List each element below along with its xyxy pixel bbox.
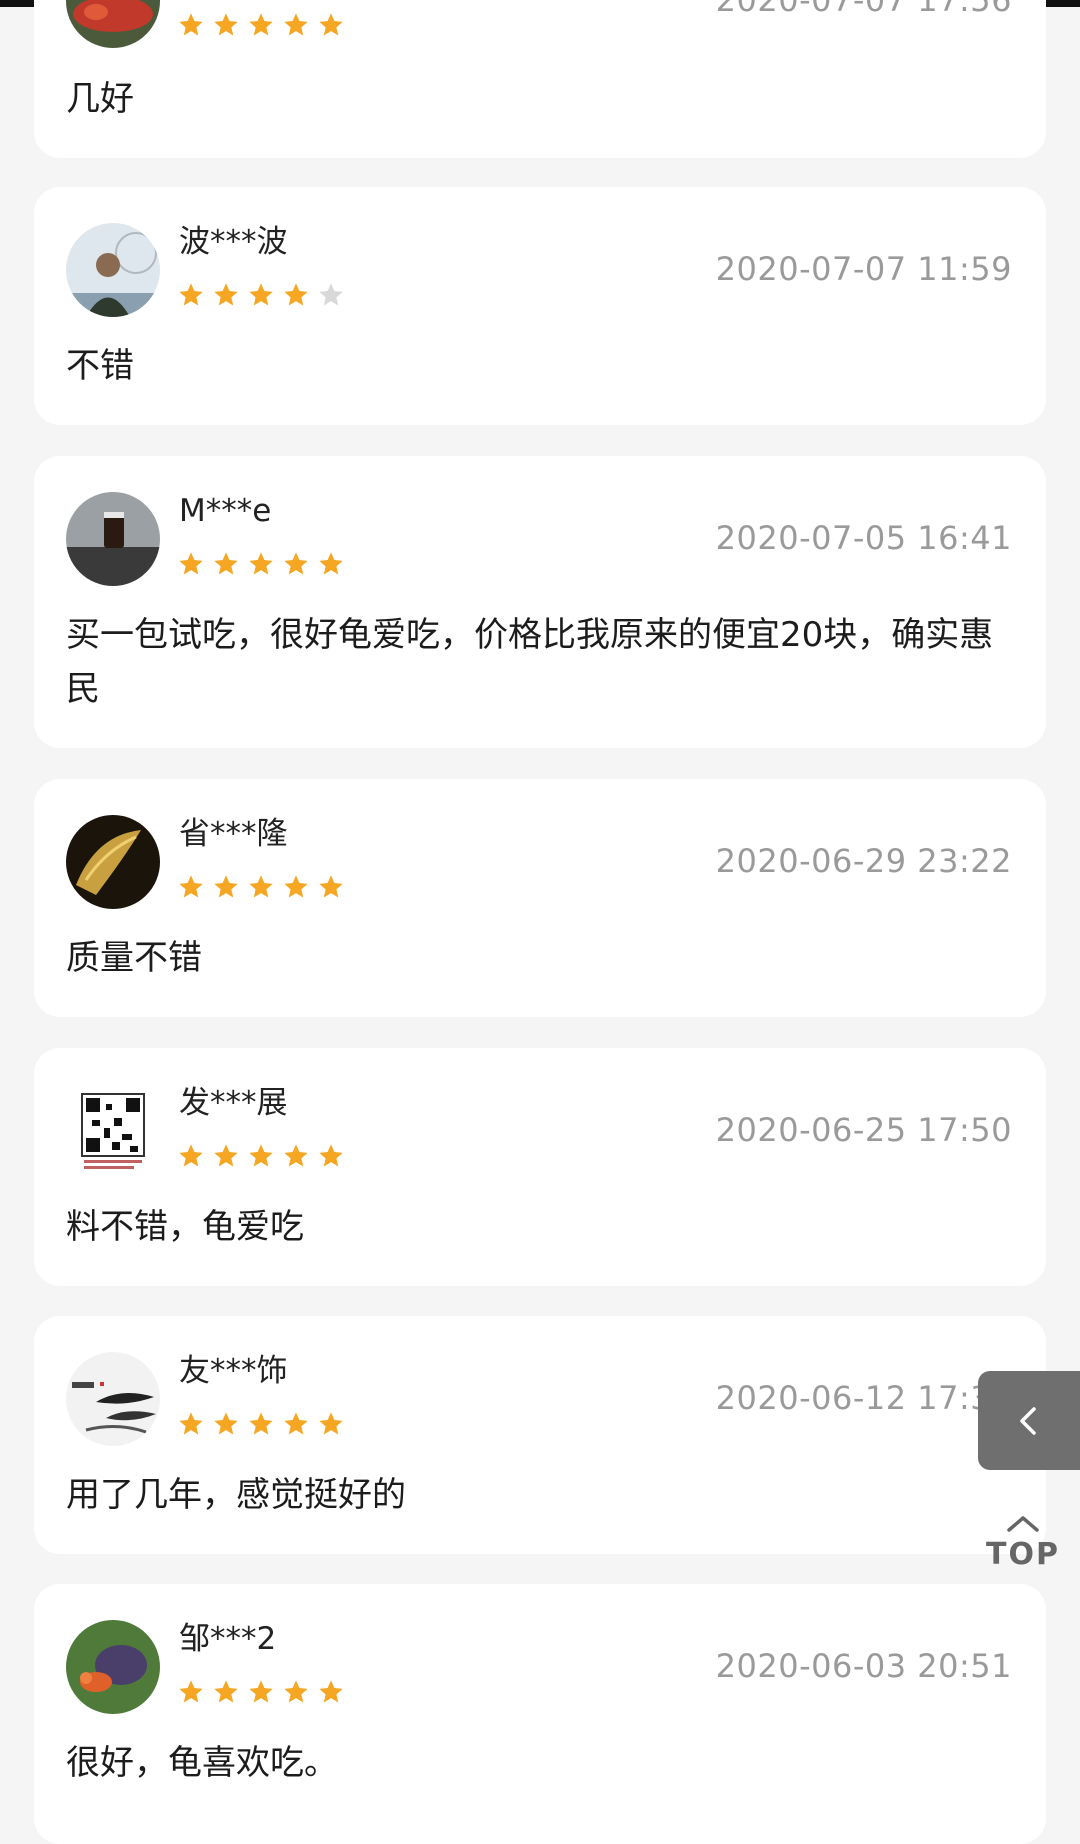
star-icon [212, 1142, 240, 1170]
review-date: 2020-07-07 17:56 [715, 0, 1012, 19]
star-icon [177, 550, 205, 578]
star-icon [247, 281, 275, 309]
avatar[interactable] [66, 223, 160, 317]
scroll-to-top-button[interactable]: TOP [982, 1512, 1064, 1582]
rating-stars [177, 281, 345, 309]
review-username: 省***隆 [179, 816, 288, 852]
ink-painting-fish-avatar-icon [66, 1352, 160, 1446]
turtle-avatar-icon [66, 1620, 160, 1714]
review-content: 质量不错 [66, 938, 202, 978]
star-icon [282, 11, 310, 39]
star-icon [212, 281, 240, 309]
review-content: 不错 [66, 346, 134, 386]
star-icon [212, 550, 240, 578]
qr-code-avatar-icon [66, 1084, 160, 1178]
star-icon [317, 873, 345, 901]
star-icon [247, 1410, 275, 1438]
rating-stars [177, 873, 345, 901]
review-date: 2020-06-03 20:51 [715, 1647, 1012, 1685]
star-icon [177, 1142, 205, 1170]
star-icon [317, 11, 345, 39]
review-card: 发***展 2020-06-25 17:50 料不错，龟爱吃 [34, 1048, 1046, 1286]
review-content: 买一包试吃，很好龟爱吃，价格比我原来的便宜20块，确实惠民 [66, 615, 994, 709]
review-date: 2020-07-05 16:41 [715, 519, 1012, 557]
red-fish-avatar-icon [66, 0, 160, 48]
star-icon [177, 281, 205, 309]
star-icon [282, 1678, 310, 1706]
review-date: 2020-07-07 11:59 [715, 250, 1012, 288]
review-content: 料不错，龟爱吃 [66, 1207, 304, 1247]
star-icon [212, 1410, 240, 1438]
star-icon [177, 11, 205, 39]
star-icon [282, 873, 310, 901]
star-icon [282, 1410, 310, 1438]
star-icon [317, 1142, 345, 1170]
avatar[interactable] [66, 1620, 160, 1714]
avatar[interactable] [66, 0, 160, 48]
review-username: 友***饰 [179, 1353, 288, 1389]
star-icon [247, 1142, 275, 1170]
golden-arowana-avatar-icon [66, 815, 160, 909]
avatar[interactable] [66, 1084, 160, 1178]
rating-stars [177, 1678, 345, 1706]
star-icon [282, 1142, 310, 1170]
review-card: 邹***2 2020-06-03 20:51 很好，龟喜欢吃。 [34, 1584, 1046, 1844]
review-username: M***e [179, 493, 272, 529]
review-date: 2020-06-12 17:35 [715, 1379, 1012, 1417]
star-icon [317, 1678, 345, 1706]
review-date: 2020-06-25 17:50 [715, 1111, 1012, 1149]
review-card: M***e 2020-07-05 16:41 买一包试吃，很好龟爱吃，价格比我原… [34, 456, 1046, 748]
star-icon [212, 11, 240, 39]
star-icon [177, 873, 205, 901]
star-icon [247, 1678, 275, 1706]
avatar[interactable] [66, 1352, 160, 1446]
back-button[interactable] [978, 1371, 1080, 1470]
star-icon [317, 1410, 345, 1438]
star-icon [177, 1678, 205, 1706]
star-icon [212, 873, 240, 901]
chevron-left-icon [1020, 1406, 1036, 1435]
review-content: 很好，龟喜欢吃。 [66, 1743, 338, 1783]
review-username: 波***波 [179, 224, 288, 260]
review-card: 省***隆 2020-06-29 23:22 质量不错 [34, 779, 1046, 1017]
review-content: 几好 [66, 79, 134, 119]
review-content: 用了几年，感觉挺好的 [66, 1475, 406, 1515]
star-icon [247, 873, 275, 901]
review-date: 2020-06-29 23:22 [715, 842, 1012, 880]
star-icon [212, 1678, 240, 1706]
star-icon [247, 550, 275, 578]
star-icon [247, 11, 275, 39]
coffee-cup-avatar-icon [66, 492, 160, 586]
review-username: 发***展 [179, 1085, 288, 1121]
review-username: 邹***2 [179, 1621, 277, 1657]
avatar[interactable] [66, 492, 160, 586]
avatar[interactable] [66, 815, 160, 909]
review-card: 波***波 2020-07-07 11:59 不错 [34, 187, 1046, 425]
star-icon [282, 550, 310, 578]
review-card: 2020-07-07 17:56 几好 [34, 0, 1046, 158]
man-photo-avatar-icon [66, 223, 160, 317]
star-icon [317, 550, 345, 578]
star-icon [282, 281, 310, 309]
top-label: TOP [986, 1537, 1060, 1572]
rating-stars [177, 1410, 345, 1438]
star-icon [317, 281, 345, 309]
rating-stars [177, 11, 345, 39]
chevron-up-icon [1007, 1516, 1039, 1532]
star-icon [177, 1410, 205, 1438]
rating-stars [177, 550, 345, 578]
rating-stars [177, 1142, 345, 1170]
review-card: 友***饰 2020-06-12 17:35 用了几年，感觉挺好的 [34, 1316, 1046, 1554]
